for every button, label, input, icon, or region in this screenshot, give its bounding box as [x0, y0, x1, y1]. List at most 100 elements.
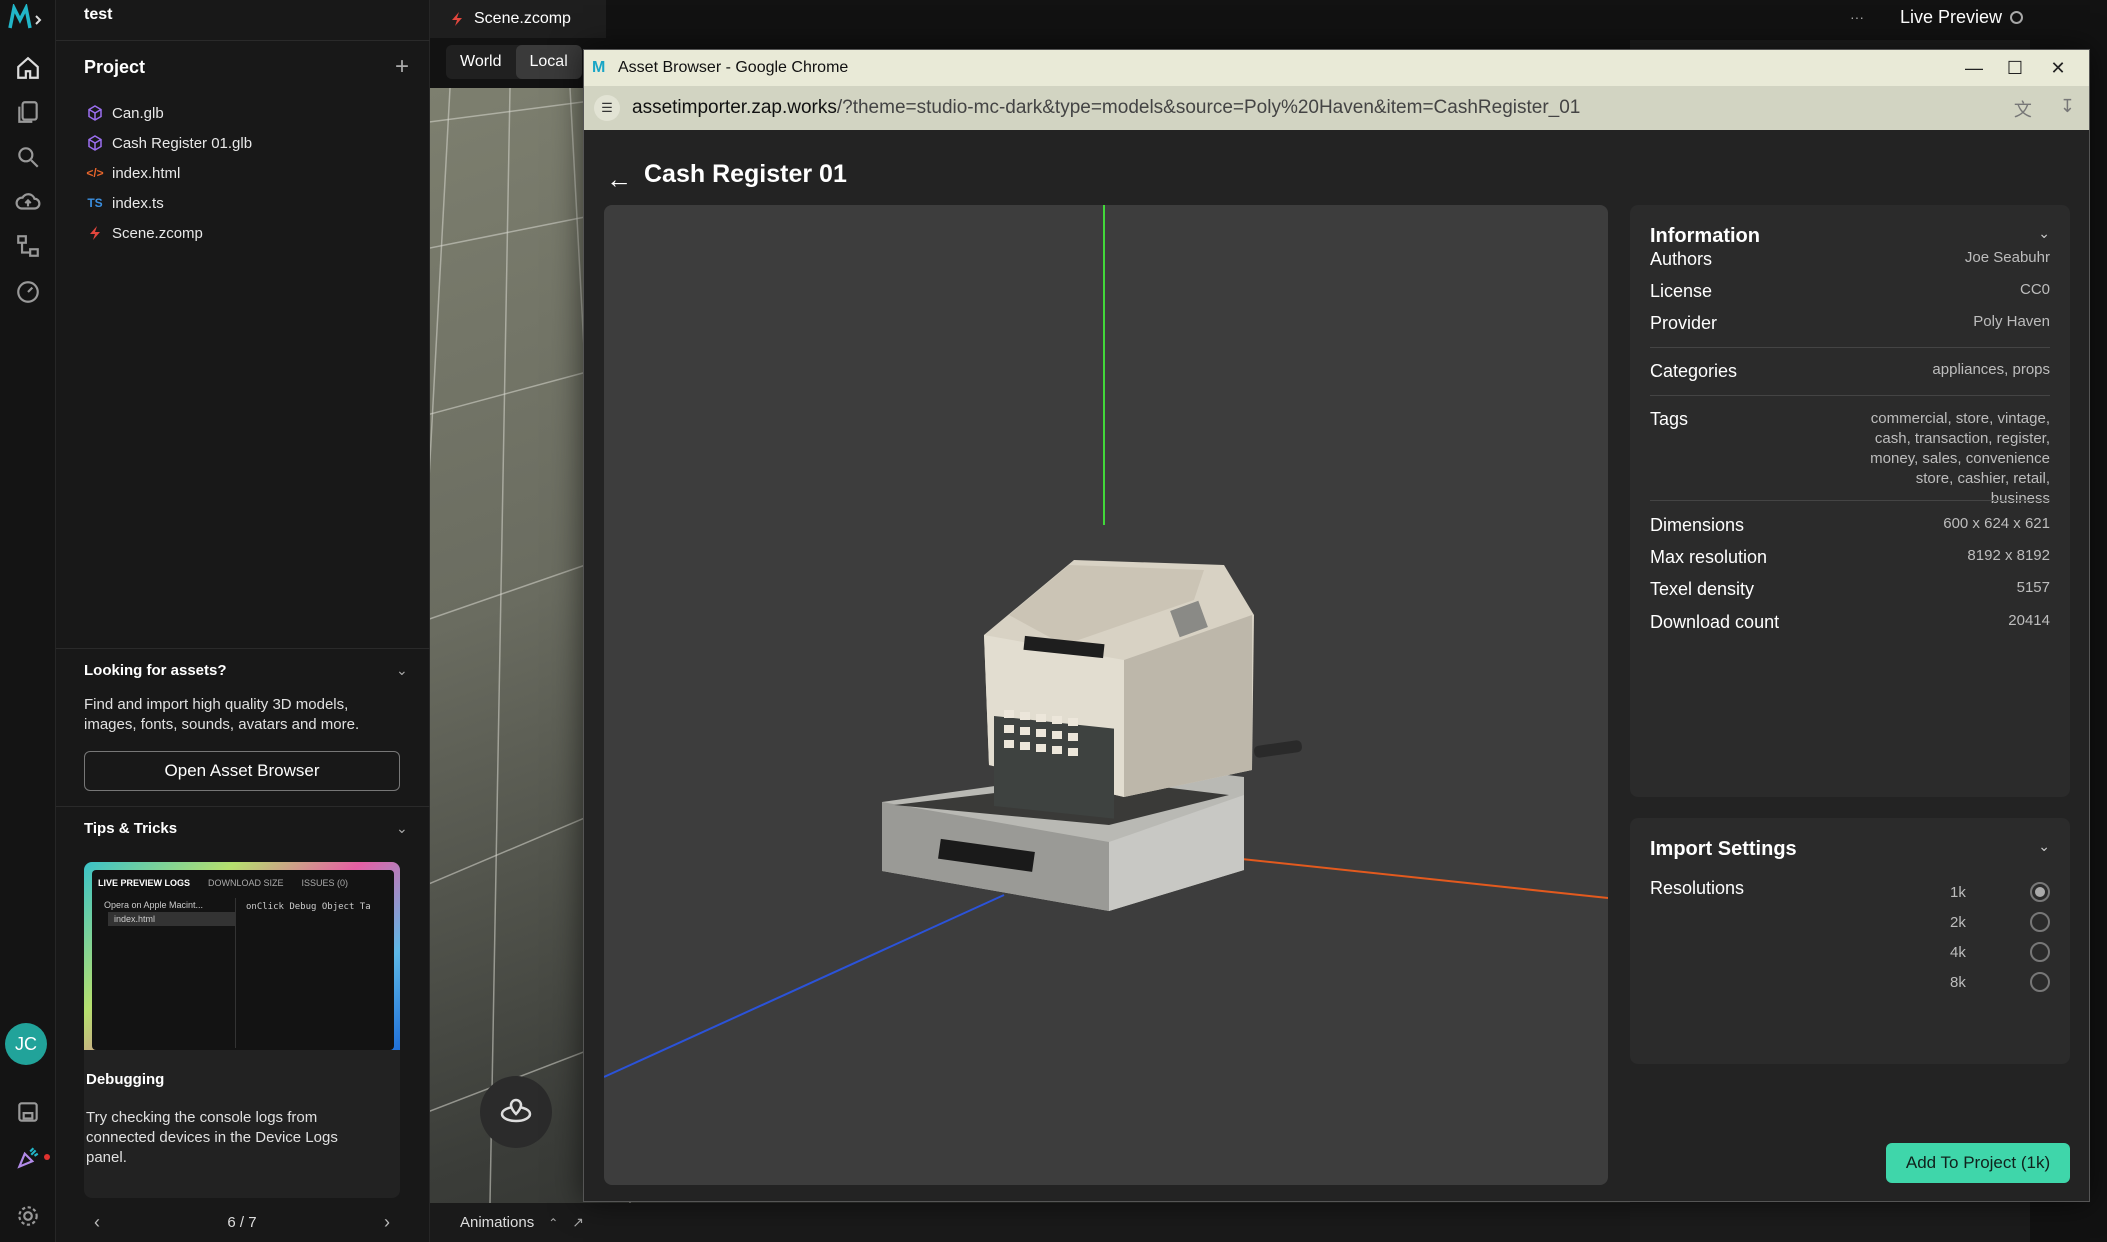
assets-description: Find and import high quality 3D models, …: [84, 696, 360, 733]
performance-icon[interactable]: [8, 272, 48, 312]
translate-icon[interactable]: 文: [2014, 96, 2032, 122]
info-value: 5157: [2016, 579, 2050, 596]
info-value: 8192 x 8192: [1967, 547, 2050, 564]
notification-dot: [44, 1154, 50, 1160]
file-label: Scene.zcomp: [112, 224, 203, 242]
file-label: index.html: [112, 164, 181, 182]
close-icon[interactable]: ✕: [2030, 50, 2086, 86]
info-value: 600 x 624 x 621: [1943, 515, 2050, 532]
orbit-camera-button[interactable]: [480, 1076, 552, 1148]
project-title: Project: [84, 57, 146, 77]
avatar[interactable]: JC: [5, 1023, 47, 1065]
resolution-option-8k[interactable]: 8k: [1950, 972, 2050, 992]
download-icon[interactable]: ↧: [2060, 96, 2075, 122]
search-icon[interactable]: [8, 137, 48, 177]
information-title: Information: [1650, 225, 1760, 247]
party-popper-icon[interactable]: [8, 1138, 48, 1178]
info-label: Categories: [1650, 361, 1738, 381]
code-icon: </>: [86, 166, 104, 180]
tab-scene-zcomp[interactable]: Scene.zcomp: [430, 0, 606, 38]
animations-label[interactable]: Animations: [460, 1214, 534, 1231]
model-preview-canvas[interactable]: [604, 205, 1608, 1185]
file-item-index-html[interactable]: </> index.html: [86, 158, 180, 188]
chevron-right-icon[interactable]: ›: [374, 1212, 400, 1233]
tips-image: LIVE PREVIEW LOGS DOWNLOAD SIZE ISSUES (…: [84, 862, 400, 1050]
local-button[interactable]: Local: [515, 45, 582, 79]
radio-button[interactable]: [2030, 912, 2050, 932]
window-title: Asset Browser - Google Chrome: [618, 59, 849, 76]
info-row-texel-density: Texel density 5157: [1650, 579, 2050, 600]
cloud-upload-icon[interactable]: [8, 182, 48, 222]
cube-icon: [86, 134, 104, 152]
live-preview-button[interactable]: Live Preview: [1900, 6, 2024, 28]
more-icon[interactable]: ···: [1850, 9, 1864, 25]
info-row-license: License CC0: [1650, 281, 2050, 302]
transform-space-toggle: World Local: [446, 45, 582, 79]
editor-toolbar-right: ··· Live Preview: [1850, 0, 2024, 34]
zcomp-icon: [452, 12, 462, 26]
left-rail: JC: [0, 0, 56, 1242]
info-row-authors: Authors Joe Seabuhr: [1650, 249, 2050, 270]
world-button[interactable]: World: [446, 45, 516, 79]
import-settings-title: Import Settings: [1650, 838, 1797, 860]
open-asset-browser-button[interactable]: Open Asset Browser: [84, 751, 400, 791]
file-label: Can.glb: [112, 104, 164, 122]
url-text[interactable]: assetimporter.zap.works/?theme=studio-mc…: [632, 97, 1580, 119]
info-label: Provider: [1650, 313, 1718, 333]
chevron-left-icon[interactable]: ‹: [84, 1212, 110, 1233]
file-item-can[interactable]: Can.glb: [86, 98, 164, 128]
divider: [1650, 347, 2050, 348]
tips-device: Opera on Apple Macint...: [104, 900, 204, 910]
animations-bar: Animations ⌃ ↗: [430, 1203, 1630, 1242]
file-item-cash-register[interactable]: Cash Register 01.glb: [86, 128, 252, 158]
mattercraft-favicon-icon: M: [592, 59, 606, 76]
back-arrow-icon[interactable]: ←: [606, 164, 632, 195]
info-value: Poly Haven: [1973, 313, 2050, 330]
info-label: Dimensions: [1650, 515, 1745, 535]
chevron-down-icon[interactable]: ⌄: [2038, 225, 2050, 242]
resolution-label: 4k: [1950, 943, 1966, 961]
radio-button[interactable]: [2030, 942, 2050, 962]
radio-button[interactable]: [2030, 882, 2050, 902]
mattercraft-logo-icon[interactable]: [8, 2, 46, 32]
resolution-label: 2k: [1950, 913, 1966, 931]
import-settings-card: Import Settings ⌄ Resolutions 1k 2k 4k 8…: [1630, 818, 2070, 1064]
info-row-download-count: Download count 20414: [1650, 612, 2050, 633]
files-icon[interactable]: [8, 92, 48, 132]
info-row-provider: Provider Poly Haven: [1650, 313, 2050, 334]
divider: [1650, 395, 2050, 396]
site-info-icon[interactable]: ☰: [594, 95, 620, 121]
info-row-dimensions: Dimensions 600 x 624 x 621: [1650, 515, 2050, 536]
info-label: Download count: [1650, 612, 1780, 632]
settings-gear-icon[interactable]: [8, 1196, 48, 1236]
resolution-option-2k[interactable]: 2k: [1950, 912, 2050, 932]
info-row-max-resolution: Max resolution 8192 x 8192: [1650, 547, 2050, 568]
pager-text: 6 / 7: [227, 1214, 257, 1231]
file-item-index-ts[interactable]: TS index.ts: [86, 188, 163, 218]
info-value: Joe Seabuhr: [1964, 249, 2050, 266]
chevron-up-icon[interactable]: ⌃: [548, 1216, 558, 1230]
file-item-scene-zcomp[interactable]: Scene.zcomp: [86, 218, 203, 248]
home-icon[interactable]: [8, 48, 48, 88]
live-preview-label: Live Preview: [1900, 6, 2003, 27]
address-bar[interactable]: ☰ assetimporter.zap.works/?theme=studio-…: [584, 86, 2089, 130]
resolution-option-1k[interactable]: 1k: [1950, 882, 2050, 902]
popout-icon[interactable]: ↗: [572, 1214, 584, 1231]
tips-file: index.html: [108, 912, 235, 926]
asset-detail-page: ← Cash Register 01 Information ⌄ Authors…: [584, 130, 2089, 1201]
add-file-icon[interactable]: +: [395, 53, 409, 81]
divider: [1650, 500, 2050, 501]
hierarchy-icon[interactable]: [8, 226, 48, 266]
tips-code: onClick Debug Object Ta: [246, 902, 371, 912]
resolutions-label: Resolutions: [1650, 878, 1745, 898]
save-icon[interactable]: [8, 1092, 48, 1132]
chevron-down-icon[interactable]: ⌄: [2038, 838, 2050, 855]
info-label: Authors: [1650, 249, 1713, 269]
info-value: commercial, store, vintage, cash, transa…: [1870, 410, 2050, 507]
resolution-option-4k[interactable]: 4k: [1950, 942, 2050, 962]
chevron-down-icon[interactable]: ⌄: [396, 662, 408, 679]
chevron-down-icon[interactable]: ⌄: [396, 820, 408, 837]
add-to-project-button[interactable]: Add To Project (1k): [1886, 1143, 2070, 1183]
asset-title: Cash Register 01: [644, 160, 847, 188]
radio-button[interactable]: [2030, 972, 2050, 992]
